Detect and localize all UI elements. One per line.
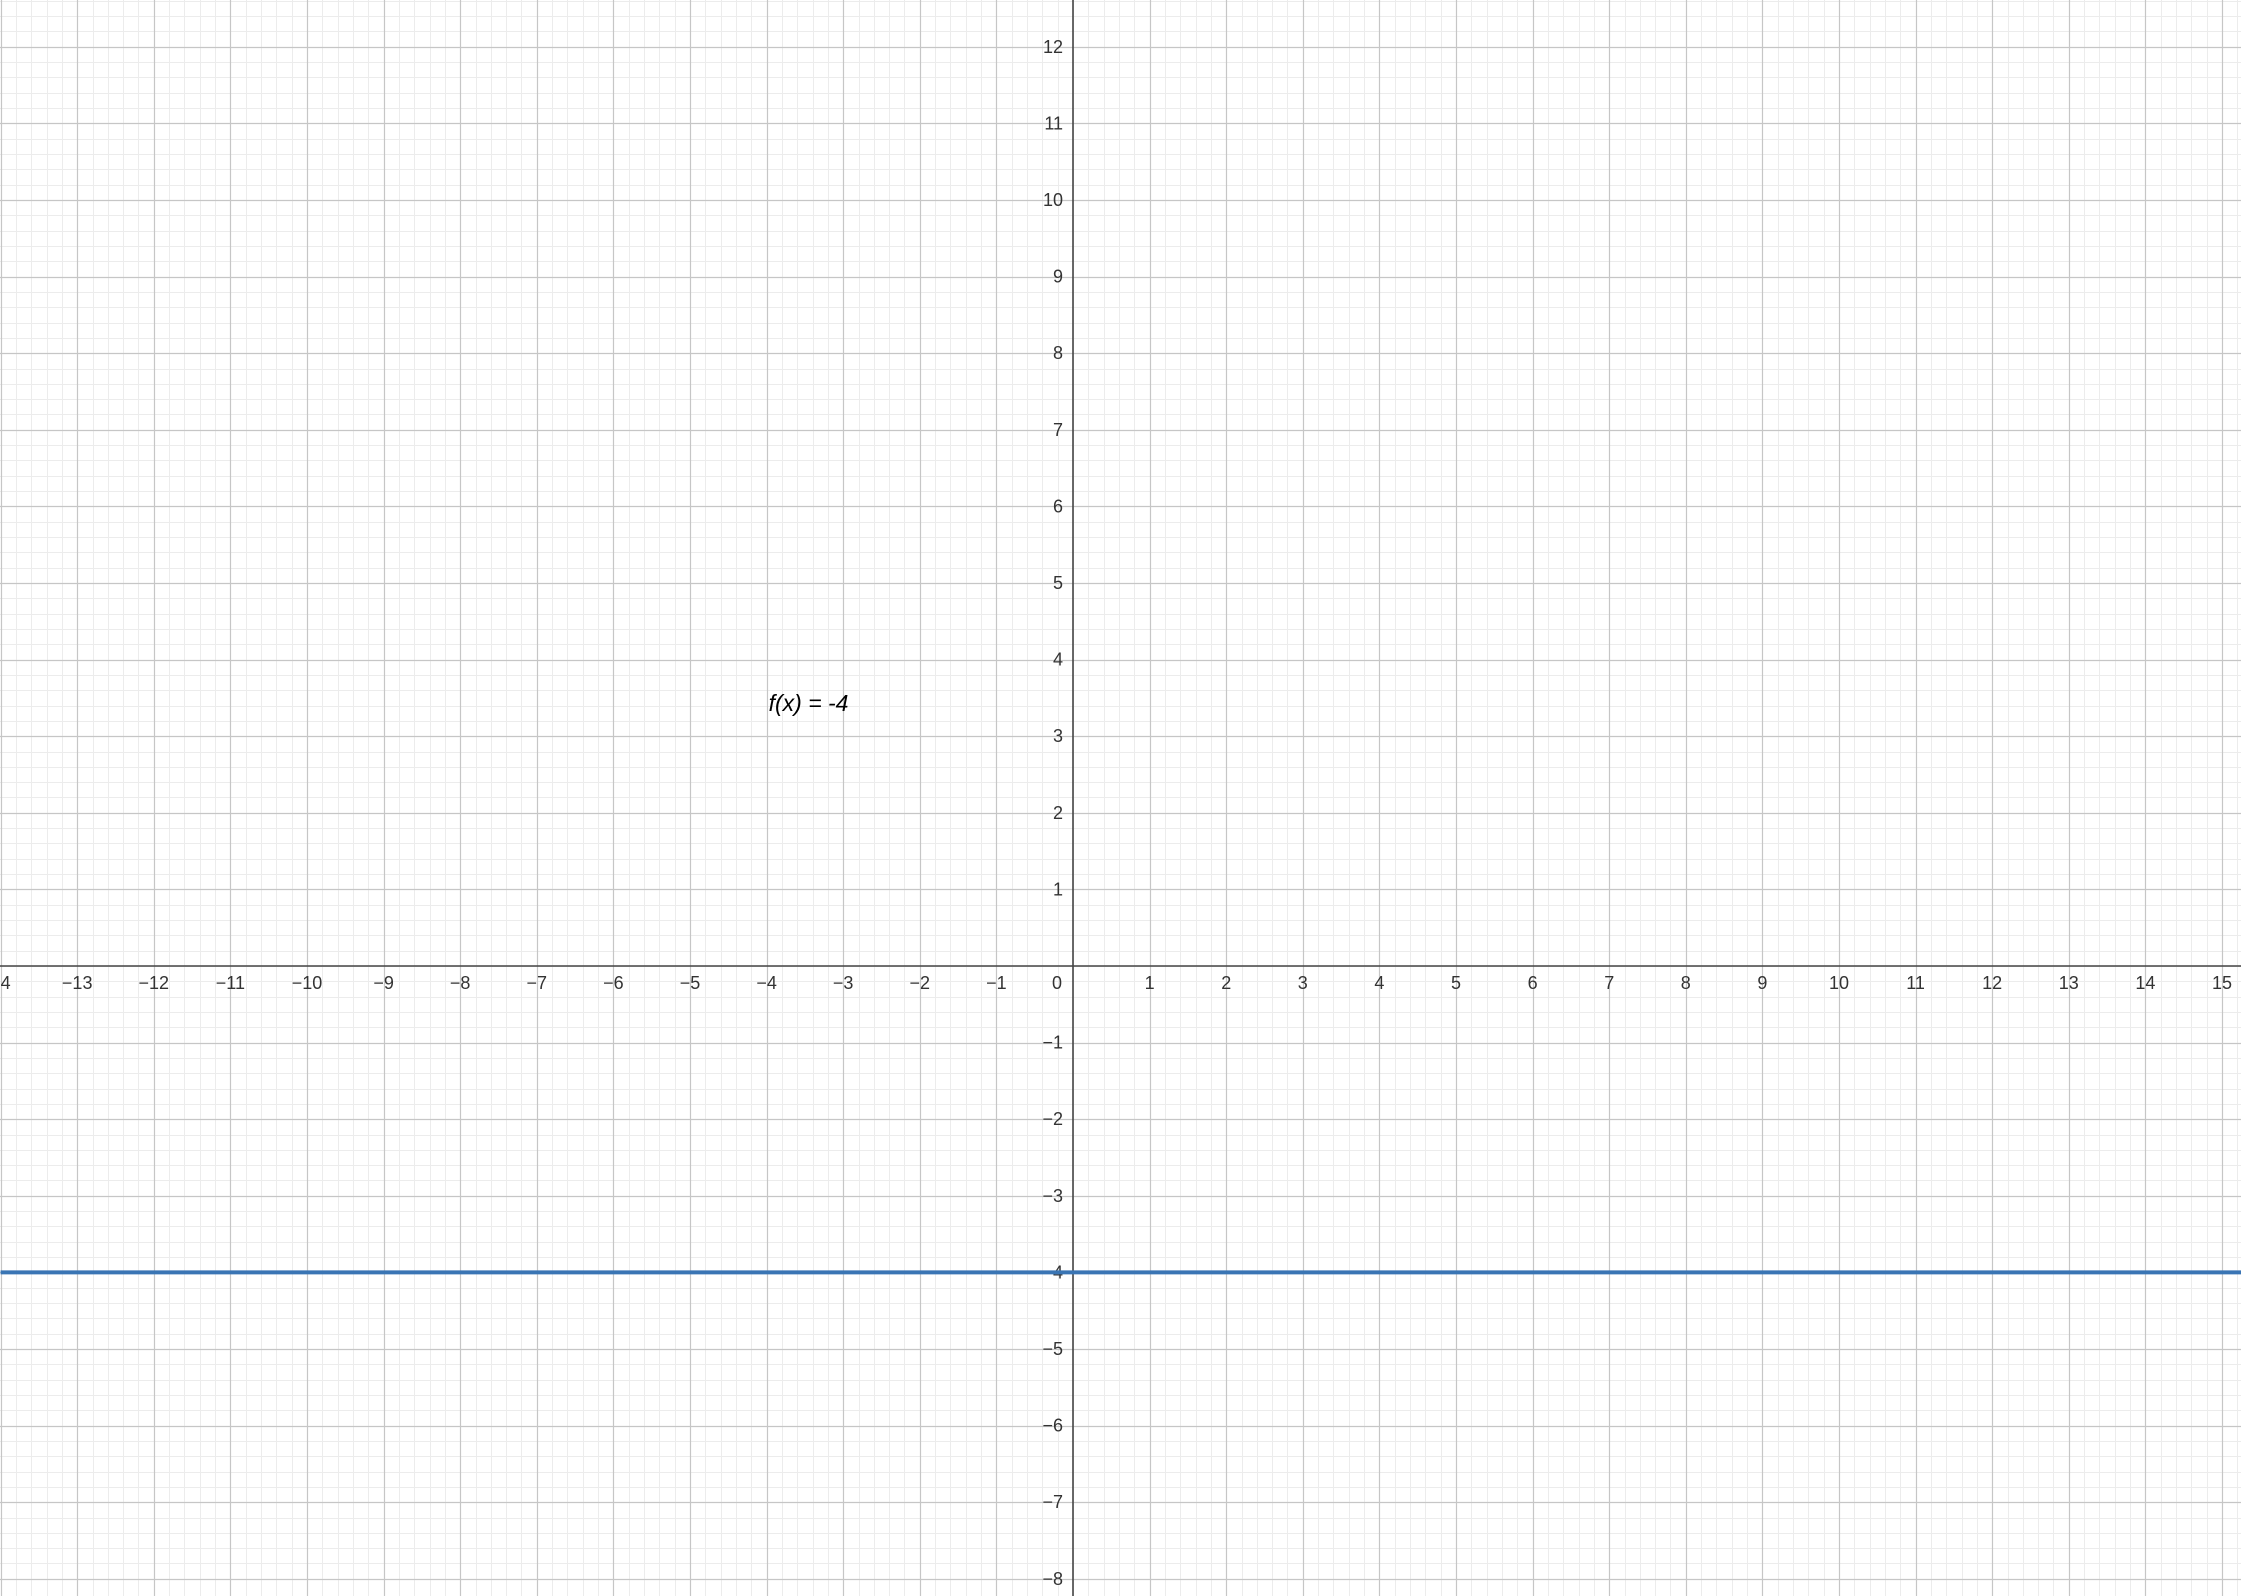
y-tick-label: 11 <box>1044 113 1063 133</box>
x-tick-label: −6 <box>603 973 624 993</box>
y-tick-label: 8 <box>1053 343 1063 363</box>
x-tick-label: −5 <box>680 973 701 993</box>
y-tick-label: 4 <box>1053 650 1063 670</box>
minor-grid <box>0 0 2241 1596</box>
x-tick-label: 5 <box>1451 973 1461 993</box>
y-tick-label: 6 <box>1053 496 1063 516</box>
x-tick-label: 14 <box>0 973 11 993</box>
x-tick-label: −2 <box>910 973 931 993</box>
origin-label: 0 <box>1052 973 1062 993</box>
x-tick-label: −10 <box>292 973 323 993</box>
x-tick-label: 4 <box>1374 973 1384 993</box>
y-tick-label: 3 <box>1053 726 1063 746</box>
x-tick-label: 11 <box>1906 973 1925 993</box>
x-tick-label: 7 <box>1604 973 1614 993</box>
function-equation-label: f(x) = -4 <box>769 690 849 716</box>
y-tick-label: 5 <box>1053 573 1063 593</box>
y-tick-label: −7 <box>1042 1492 1063 1512</box>
y-tick-label: −5 <box>1042 1339 1063 1359</box>
x-tick-label: 2 <box>1221 973 1231 993</box>
x-tick-label: −7 <box>527 973 548 993</box>
x-tick-label: −1 <box>986 973 1007 993</box>
x-tick-label: 15 <box>2212 973 2232 993</box>
x-tick-label: −12 <box>139 973 170 993</box>
graph-canvas[interactable]: 14−13−12−11−10−9−8−7−6−5−4−3−2−101234567… <box>0 0 2241 1596</box>
y-tick-label: −2 <box>1042 1109 1063 1129</box>
y-tick-label: 1 <box>1053 879 1063 899</box>
y-tick-label: 9 <box>1053 267 1063 287</box>
x-tick-label: 10 <box>1829 973 1849 993</box>
y-tick-label: −3 <box>1042 1186 1063 1206</box>
x-tick-label: −8 <box>450 973 471 993</box>
y-tick-label: 10 <box>1043 190 1063 210</box>
x-tick-label: 13 <box>2059 973 2079 993</box>
y-tick-label: 12 <box>1043 37 1063 57</box>
x-tick-label: 1 <box>1145 973 1155 993</box>
y-tick-label: −1 <box>1042 1033 1063 1053</box>
x-tick-label: −13 <box>62 973 93 993</box>
y-axis-tick-labels: 121110987654321−1−2−3−4−5−6−7−8 <box>1042 37 1063 1589</box>
x-tick-label: −4 <box>756 973 777 993</box>
x-tick-label: −11 <box>216 973 245 993</box>
x-axis-tick-labels: 14−13−12−11−10−9−8−7−6−5−4−3−2−101234567… <box>0 973 2232 993</box>
x-tick-label: 9 <box>1757 973 1767 993</box>
x-tick-label: 3 <box>1298 973 1308 993</box>
x-tick-label: −3 <box>833 973 854 993</box>
x-tick-label: −9 <box>373 973 394 993</box>
x-tick-label: 6 <box>1528 973 1538 993</box>
x-tick-label: 14 <box>2135 973 2155 993</box>
y-tick-label: 2 <box>1053 803 1063 823</box>
y-tick-label: −8 <box>1042 1569 1063 1589</box>
x-tick-label: 8 <box>1681 973 1691 993</box>
annotation-layer: f(x) = -4 <box>769 690 849 716</box>
y-tick-label: −6 <box>1042 1416 1063 1436</box>
y-tick-label: 7 <box>1053 420 1063 440</box>
x-tick-label: 12 <box>1982 973 2002 993</box>
